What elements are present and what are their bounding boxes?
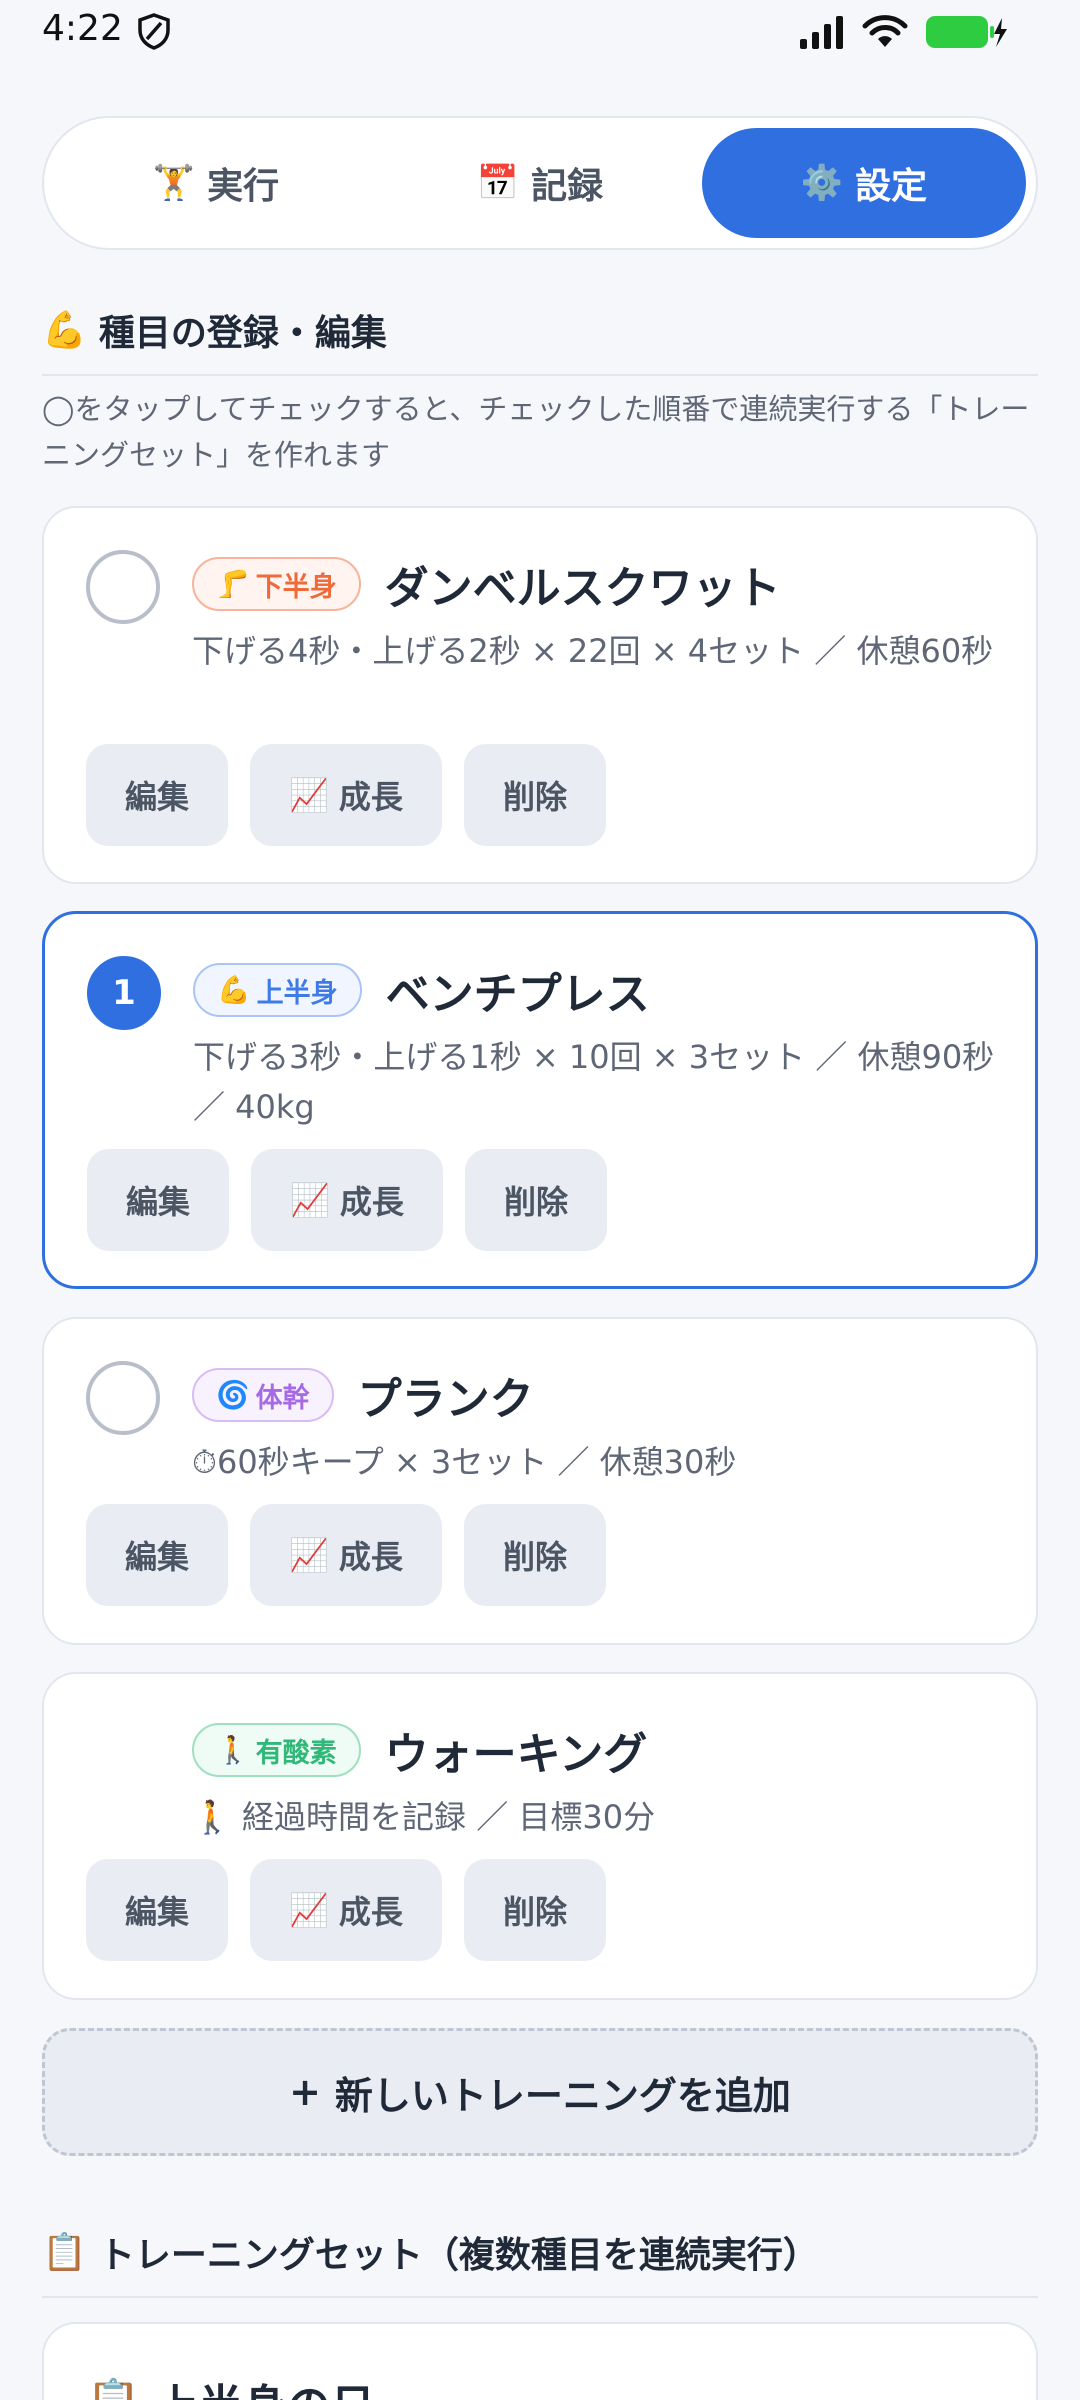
chart-increasing-icon: 📈 — [290, 1181, 330, 1219]
growth-label: 成長 — [338, 778, 403, 816]
exercise-header: 💪 上半身 ベンチプレス — [193, 958, 650, 1022]
exercise-header: 🚶 有酸素 ウォーキング — [192, 1718, 647, 1782]
exercise-details: 下げる3秒・上げる1秒 × 10回 × 3セット ／ 休憩90秒 ／ 40kg — [193, 1038, 995, 1126]
training-set-title: 📋 上半身の日 — [86, 2370, 375, 2400]
tab-settings-label: 設定 — [855, 166, 928, 207]
section-exercises-title: 💪 種目の登録・編集 — [42, 304, 1038, 376]
signal-icon — [800, 16, 843, 49]
exercise-name: ダンベルスクワット — [384, 563, 781, 614]
category-label: 下半身 — [255, 571, 337, 603]
tab-run-label: 実行 — [207, 166, 280, 207]
growth-button[interactable]: 📈 成長 — [250, 1504, 442, 1606]
shield-icon — [138, 13, 170, 50]
exercise-header: 🌀 体幹 プランク — [192, 1363, 534, 1427]
exercise-check-toggle[interactable]: 1 — [87, 956, 161, 1030]
plus-icon: + — [289, 2070, 321, 2114]
walking-person-icon: 🚶 — [216, 1735, 250, 1766]
exercise-actions: 編集 📈 成長 削除 — [86, 1504, 606, 1606]
growth-label: 成長 — [339, 1183, 404, 1221]
leg-icon: 🦵 — [216, 569, 250, 600]
exercise-check-toggle[interactable] — [86, 1361, 160, 1435]
status-icons — [800, 14, 1008, 50]
exercise-details: ⏱60秒キープ × 3セット ／ 休憩30秒 — [192, 1443, 737, 1481]
calendar-icon: 📅 — [476, 163, 520, 203]
category-label: 体幹 — [255, 1382, 310, 1414]
growth-button[interactable]: 📈 成長 — [251, 1149, 443, 1251]
chart-increasing-icon: 📈 — [289, 1891, 329, 1929]
section-exercises-label: 種目の登録・編集 — [98, 313, 387, 354]
category-label: 上半身 — [256, 977, 338, 1009]
cyclone-icon: 🌀 — [216, 1380, 250, 1411]
battery-charging-icon — [926, 16, 1007, 48]
add-training-button[interactable]: + 新しいトレーニングを追加 — [42, 2028, 1038, 2156]
category-badge: 🚶 有酸素 — [192, 1723, 361, 1777]
tab-record[interactable]: 📅 記録 — [378, 128, 702, 238]
flexed-bicep-icon: 💪 — [42, 310, 87, 351]
exercise-card: 🦵 下半身 ダンベルスクワット 下げる4秒・上げる2秒 × 22回 × 4セット… — [42, 506, 1038, 884]
section-sets-label: トレーニングセット（複数種目を連続実行） — [98, 2235, 819, 2276]
delete-button[interactable]: 削除 — [465, 1149, 607, 1251]
status-bar: 4:22 — [0, 0, 1080, 62]
category-label: 有酸素 — [255, 1737, 337, 1769]
flexed-bicep-icon: 💪 — [217, 975, 251, 1006]
exercise-card: 🌀 体幹 プランク ⏱60秒キープ × 3セット ／ 休憩30秒 編集 📈 成長… — [42, 1317, 1038, 1645]
tab-record-label: 記録 — [531, 166, 604, 207]
training-set-card[interactable]: 📋 上半身の日 — [42, 2322, 1038, 2400]
edit-button[interactable]: 編集 — [86, 1859, 228, 1961]
growth-button[interactable]: 📈 成長 — [250, 744, 442, 846]
delete-button[interactable]: 削除 — [464, 1504, 606, 1606]
exercise-actions: 編集 📈 成長 削除 — [87, 1149, 607, 1251]
tab-run[interactable]: 🏋️ 実行 — [54, 128, 378, 238]
exercise-name: ウォーキング — [384, 1729, 648, 1780]
weightlifter-icon: 🏋️ — [152, 163, 196, 203]
clipboard-icon: 📋 — [42, 2232, 87, 2273]
delete-button[interactable]: 削除 — [464, 1859, 606, 1961]
exercise-name: ベンチプレス — [385, 969, 650, 1020]
growth-label: 成長 — [338, 1893, 403, 1931]
exercise-check-toggle[interactable] — [86, 550, 160, 624]
category-badge: 🌀 体幹 — [192, 1368, 334, 1422]
exercise-details: 下げる4秒・上げる2秒 × 22回 × 4セット ／ 休憩60秒 — [192, 632, 994, 670]
clipboard-icon: 📋 — [86, 2376, 141, 2400]
edit-button[interactable]: 編集 — [86, 1504, 228, 1606]
wifi-icon — [862, 15, 908, 47]
tab-settings[interactable]: ⚙️ 設定 — [702, 128, 1026, 238]
add-training-label: 新しいトレーニングを追加 — [334, 2073, 791, 2118]
category-badge: 🦵 下半身 — [192, 557, 361, 611]
chart-increasing-icon: 📈 — [289, 1536, 329, 1574]
category-badge: 💪 上半身 — [193, 963, 362, 1017]
edit-button[interactable]: 編集 — [86, 744, 228, 846]
training-set-name: 上半身の日 — [155, 2370, 375, 2400]
edit-button[interactable]: 編集 — [87, 1149, 229, 1251]
exercise-name: プランク — [357, 1374, 534, 1425]
chart-increasing-icon: 📈 — [289, 776, 329, 814]
exercise-header: 🦵 下半身 ダンベルスクワット — [192, 552, 781, 616]
delete-button[interactable]: 削除 — [464, 744, 606, 846]
exercise-card: 🚶 有酸素 ウォーキング 🚶 経過時間を記録 ／ 目標30分 編集 📈 成長 削… — [42, 1672, 1038, 2000]
exercise-actions: 編集 📈 成長 削除 — [86, 1859, 606, 1961]
exercise-hint: ◯をタップしてチェックすると、チェックした順番で連続実行する「トレーニングセット… — [42, 392, 1030, 472]
exercise-details: 🚶 経過時間を記録 ／ 目標30分 — [192, 1798, 656, 1836]
exercise-card: 1 💪 上半身 ベンチプレス 下げる3秒・上げる1秒 × 10回 × 3セット … — [42, 911, 1038, 1289]
growth-label: 成長 — [338, 1538, 403, 1576]
gear-icon: ⚙️ — [800, 163, 844, 203]
growth-button[interactable]: 📈 成長 — [250, 1859, 442, 1961]
section-sets-title: 📋 トレーニングセット（複数種目を連続実行） — [42, 2226, 1038, 2298]
exercise-actions: 編集 📈 成長 削除 — [86, 744, 606, 846]
main-tabs: 🏋️ 実行 📅 記録 ⚙️ 設定 — [42, 116, 1038, 250]
status-time: 4:22 — [42, 8, 123, 49]
